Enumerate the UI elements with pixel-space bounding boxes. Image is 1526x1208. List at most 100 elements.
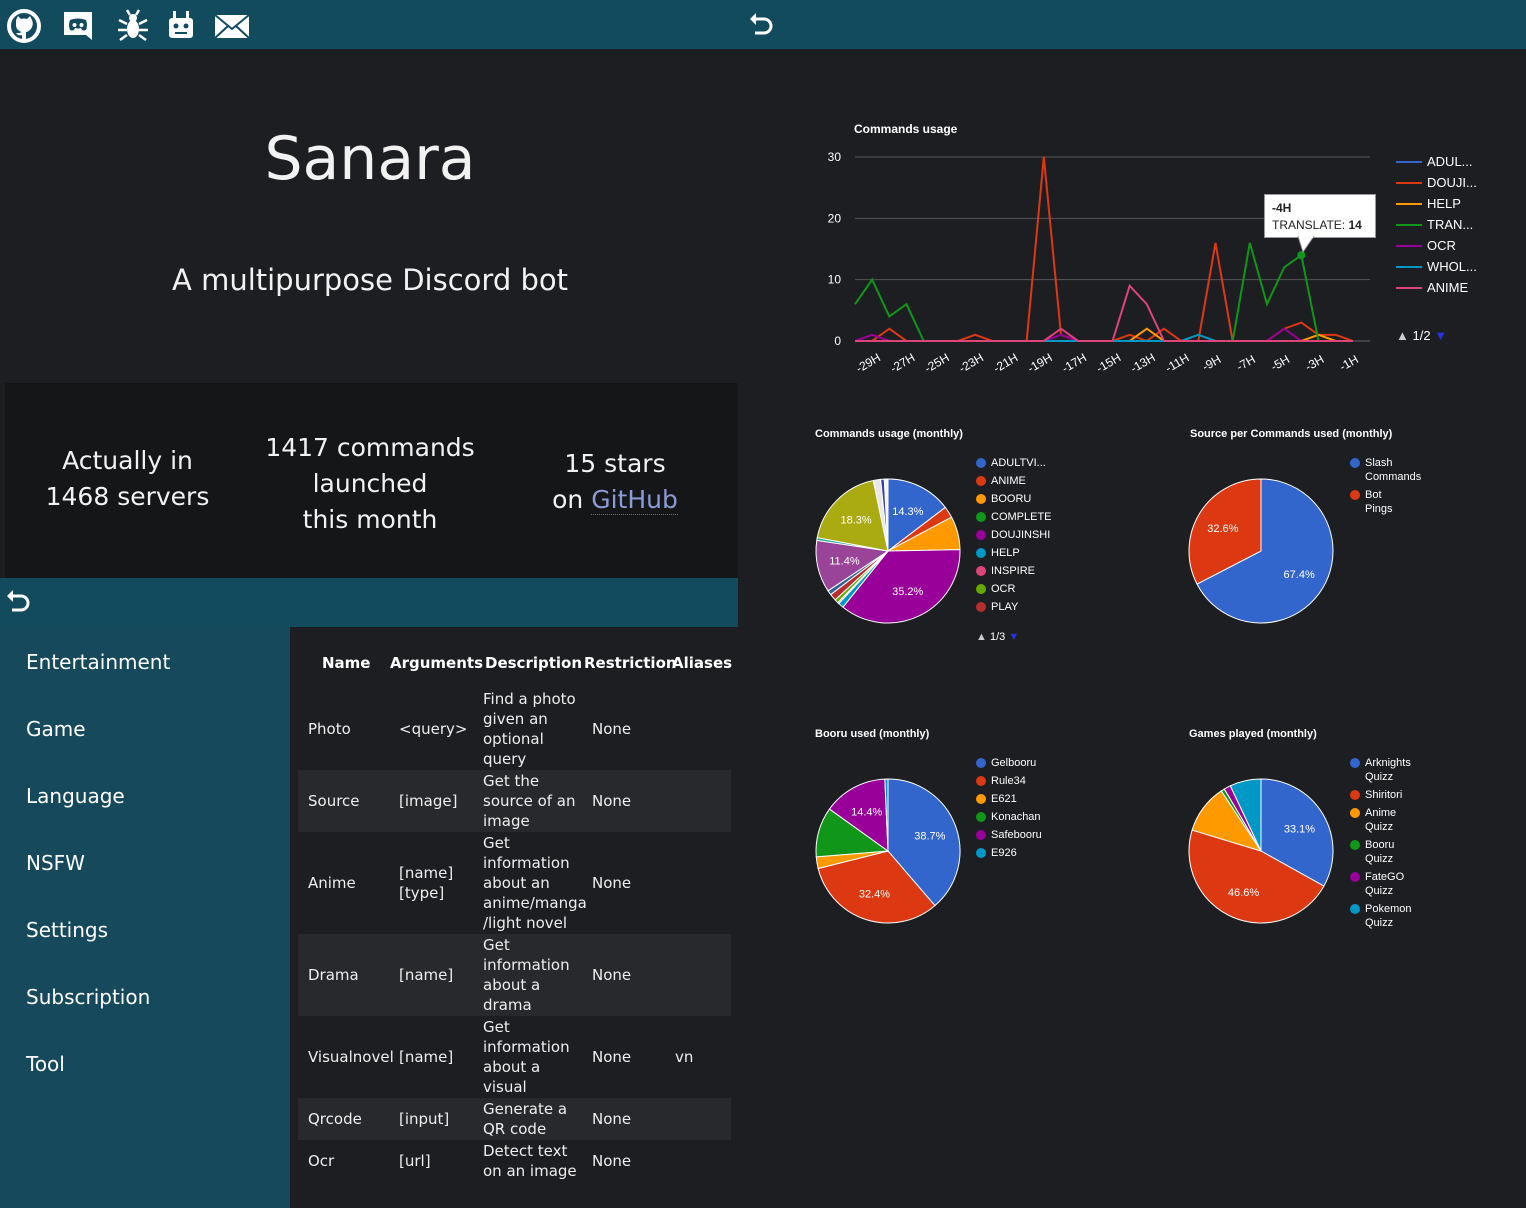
column-header-aliases: Aliases [672, 654, 733, 672]
legend-page-indicator: 1/2 [1412, 328, 1431, 343]
line-legend-pager: ▲ 1/2 ▼ [1396, 328, 1447, 343]
legend-swatch [1350, 790, 1360, 800]
cell-restriction: None [592, 792, 632, 810]
y-tick-label: 20 [828, 211, 842, 225]
legend-label: ANIME [991, 475, 1026, 487]
legend-label: DOUJINSHI [991, 529, 1051, 541]
table-row: Source [image] Get the source of an image … [298, 770, 731, 832]
cell-name: Qrcode [308, 1110, 362, 1128]
series-line [854, 327, 1353, 342]
booru-monthly-legend: Gelbooru Rule34 E621 Konachan Safebooru E926 [976, 756, 1096, 876]
cell-aliases: vn [675, 1048, 694, 1066]
cell-arguments: [name] [399, 966, 454, 984]
cell-restriction: None [592, 1110, 632, 1128]
pie-slice-label: 18.3% [841, 515, 872, 527]
x-tick-label: -1H [1337, 352, 1361, 374]
legend-swatch [1396, 203, 1422, 205]
legend-label: Pokemon Quizz [1365, 903, 1412, 929]
legend-swatch [1396, 224, 1422, 226]
commands-stat: 1417 commands launched this month [250, 430, 490, 538]
sidebar-item-game[interactable]: Game [26, 717, 86, 741]
tooltip-pointer [1297, 236, 1315, 254]
pie-title-booru-monthly: Booru used (monthly) [815, 728, 930, 740]
page-subtitle: A multipurpose Discord bot [172, 263, 568, 297]
cell-description: Find a photo given an optional query [483, 690, 576, 768]
legend-swatch [1396, 182, 1422, 184]
page-title: Sanara [264, 124, 476, 194]
games-monthly-legend: Arknights Quizz Shiritori Anime Quizz Booru Qu… [1350, 756, 1470, 936]
github-icon[interactable] [4, 6, 44, 46]
legend-swatch [976, 584, 986, 594]
pie-slice-label: 32.6% [1207, 523, 1238, 535]
x-tick-label: -25H [922, 350, 952, 375]
column-header-name: Name [322, 654, 371, 672]
x-tick-label: -15H [1094, 350, 1124, 375]
legend-label: OCR [1427, 238, 1456, 253]
legend-label: Slash Commands [1365, 457, 1422, 483]
legend-label: WHOL... [1427, 259, 1477, 274]
sidebar-item-entertainment[interactable]: Entertainment [26, 650, 170, 674]
pie-slice-label: 38.7% [914, 830, 945, 842]
table-row: Drama [name] Get information about a drama … [298, 934, 731, 1016]
legend-swatch [976, 758, 986, 768]
table-row: Visualnovel [name] Get information about a… [298, 1016, 731, 1116]
legend-label: TRAN... [1427, 217, 1474, 232]
undo-icon[interactable] [3, 587, 33, 617]
legend-label: Booru Quizz [1365, 839, 1395, 865]
mail-icon[interactable] [212, 6, 252, 46]
cell-arguments: [image] [399, 792, 458, 810]
legend-label: ADULTVI... [991, 457, 1046, 469]
legend-page-indicator: 1/3 [989, 631, 1006, 643]
sidebar-item-language[interactable]: Language [26, 784, 125, 808]
sidebar-item-settings[interactable]: Settings [26, 918, 108, 942]
legend-label: Konachan [991, 811, 1041, 823]
commands-stat-label: launched [312, 469, 428, 498]
undo-icon[interactable] [746, 10, 776, 40]
stats-panel: Actually in 1468 servers 1417 commands l… [5, 383, 738, 578]
legend-swatch [976, 494, 986, 504]
cell-arguments: [input] [399, 1110, 450, 1128]
legend-swatch [976, 512, 986, 522]
legend-swatch [1350, 808, 1360, 818]
stars-stat: 15 stars on GitHub [495, 446, 735, 518]
legend-swatch [1350, 840, 1360, 850]
stars-stat-value: 15 stars [564, 449, 666, 478]
tooltip-value: 14 [1348, 218, 1362, 232]
bug-icon[interactable] [113, 6, 153, 46]
pie-slice-label: 14.4% [851, 807, 882, 819]
table-row: Qrcode [input] Generate a QR code None [298, 1098, 731, 1140]
legend-label: ANIME [1427, 280, 1469, 295]
robot-icon[interactable] [161, 6, 201, 46]
games-monthly-pie: 33.1% 46.6% [1188, 778, 1334, 924]
x-tick-label: -23H [956, 350, 986, 375]
legend-swatch [976, 848, 986, 858]
cell-name: Visualnovel [308, 1048, 394, 1066]
legend-next-icon[interactable]: ▼ [1434, 328, 1447, 343]
source-monthly-pie: 67.4% 32.6% [1188, 478, 1334, 624]
x-tick-label: -3H [1303, 352, 1327, 374]
legend-swatch [976, 566, 986, 576]
x-tick-label: -7H [1234, 352, 1258, 374]
legend-next-icon[interactable]: ▼ [1008, 631, 1019, 643]
pie-slice-label: 33.1% [1284, 823, 1315, 835]
y-tick-label: 30 [828, 150, 842, 164]
column-header-restriction: Restriction [584, 654, 677, 672]
x-tick-label: -27H [888, 350, 918, 375]
legend-prev-icon[interactable]: ▲ [1396, 328, 1409, 343]
legend-label: DOUJI... [1427, 175, 1477, 190]
legend-prev-icon[interactable]: ▲ [976, 631, 987, 643]
cell-name: Photo [308, 720, 351, 738]
y-tick-label: 10 [828, 273, 842, 287]
tooltip-series: TRANSLATE [1272, 218, 1342, 232]
sidebar-item-subscription[interactable]: Subscription [26, 985, 150, 1009]
column-header-description: Description [485, 654, 583, 672]
cell-description: Generate a QR code [483, 1100, 568, 1138]
legend-label: PLAY [991, 601, 1019, 613]
pie-legend-pager: ▲ 1/3 ▼ [976, 631, 1019, 643]
github-link[interactable]: GitHub [591, 485, 678, 515]
sidebar-item-nsfw[interactable]: NSFW [26, 851, 85, 875]
servers-stat: Actually in 1468 servers [5, 443, 250, 515]
pie-slice-label: 11.4% [829, 556, 860, 568]
discord-icon[interactable] [58, 6, 98, 46]
sidebar-item-tool[interactable]: Tool [26, 1052, 65, 1076]
